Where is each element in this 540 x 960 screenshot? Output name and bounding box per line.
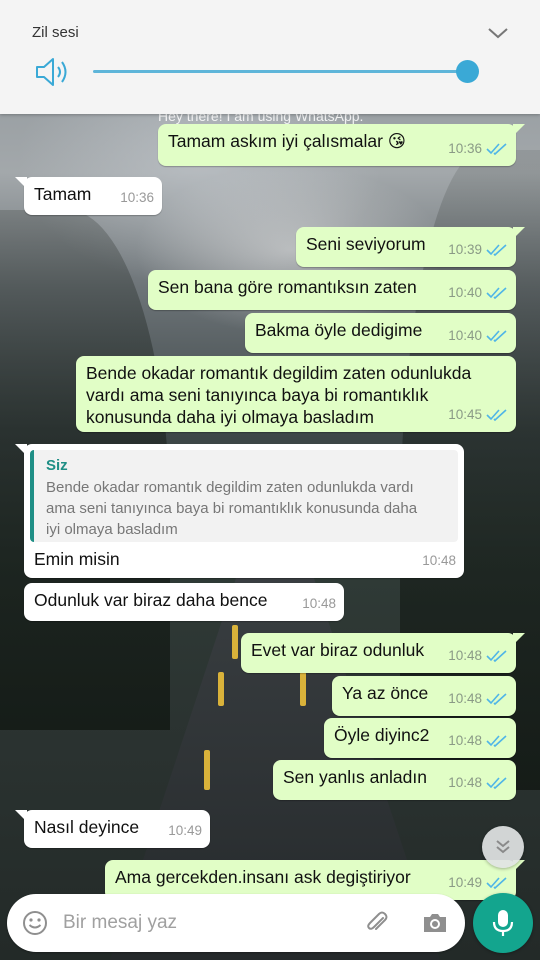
quote-text-line: iyi olmaya basladım [46, 521, 178, 538]
message-meta: 10:45 [448, 404, 508, 426]
message-text: Bakma öyle dedigime [255, 320, 423, 340]
volume-title: Zil sesi [32, 24, 79, 41]
message-text: Odunluk var biraz daha bence [34, 590, 268, 610]
message-text: Evet var biraz odunluk [251, 640, 425, 660]
message-incoming-reply[interactable]: Siz Bende okadar romantık degildim zaten… [15, 444, 464, 578]
message-outgoing[interactable]: Evet var biraz odunluk 10:48 [241, 633, 525, 673]
message-meta: 10:39 [448, 239, 508, 261]
message-outgoing[interactable]: Bende okadar romantık degildim zaten odu… [76, 356, 516, 432]
message-incoming[interactable]: Nasıl deyince 10:49 [15, 810, 210, 848]
message-text-line: konusunda daha iyi olmaya basladım [86, 407, 374, 427]
message-text: Sen yanlıs anladın [283, 767, 427, 787]
message-text: Sen bana göre romantıksın zaten [158, 277, 417, 297]
message-meta: 10:49 [448, 872, 508, 894]
message-incoming[interactable]: Odunluk var biraz daha bence 10:48 [24, 583, 344, 621]
message-meta: 10:40 [448, 282, 508, 304]
message-input[interactable] [63, 907, 343, 939]
message-text: Emin misin [34, 549, 120, 569]
read-ticks-icon [486, 777, 507, 790]
message-text: Seni seviyorum [306, 234, 426, 254]
message-time: 10:36 [448, 141, 482, 156]
read-ticks-icon [486, 287, 507, 300]
message-time: 10:49 [168, 823, 202, 838]
message-outgoing[interactable]: Sen bana göre romantıksın zaten 10:40 [148, 270, 516, 310]
mic-icon [492, 910, 514, 936]
message-time: 10:40 [448, 285, 482, 300]
message-time: 10:45 [448, 407, 482, 422]
read-ticks-icon [486, 735, 507, 748]
volume-panel: Zil sesi [0, 0, 540, 114]
message-text: Nasıl deyince [34, 817, 140, 837]
message-meta: 10:48 [448, 645, 508, 667]
message-text: Tamam askım iyi çalısmalar 😘 [168, 131, 407, 151]
camera-icon[interactable] [421, 909, 449, 937]
read-ticks-icon [486, 244, 507, 257]
quoted-message[interactable]: Siz Bende okadar romantık degildim zaten… [30, 450, 458, 542]
attach-icon[interactable] [363, 909, 391, 937]
read-ticks-icon [486, 330, 507, 343]
emoji-icon[interactable] [21, 909, 49, 937]
read-ticks-icon [486, 650, 507, 663]
message-meta: 10:48 [448, 730, 508, 752]
message-meta: 10:49 [168, 820, 202, 842]
volume-slider-thumb[interactable] [456, 60, 479, 83]
message-outgoing[interactable]: Seni seviyorum 10:39 [296, 227, 525, 267]
message-text-line: vardı ama seni tanıyınca baya bi romantı… [86, 385, 429, 405]
message-outgoing[interactable]: Tamam askım iyi çalısmalar 😘 10:36 [158, 124, 525, 166]
message-text: Tamam [34, 184, 92, 204]
message-meta: 10:48 [448, 688, 508, 710]
message-time: 10:36 [120, 190, 154, 205]
message-composer [7, 894, 465, 952]
message-outgoing[interactable]: Sen yanlıs anladın 10:48 [273, 760, 516, 800]
wallpaper-lane [204, 750, 210, 790]
message-time: 10:48 [448, 691, 482, 706]
message-outgoing[interactable]: Öyle diyinc2 10:48 [324, 718, 516, 758]
message-meta: 10:48 [302, 593, 336, 615]
quote-text-line: Bende okadar romantık degildim zaten odu… [46, 479, 414, 496]
message-outgoing[interactable]: Bakma öyle dedigime 10:40 [245, 313, 516, 353]
quote-text-line: ama seni tanıyınca baya bi romantıklık k… [46, 500, 418, 517]
message-time: 10:40 [448, 328, 482, 343]
voice-record-button[interactable] [473, 893, 533, 953]
message-time: 10:48 [448, 775, 482, 790]
read-ticks-icon [486, 693, 507, 706]
message-text-line: Bende okadar romantık degildim zaten odu… [86, 363, 472, 383]
read-ticks-icon [486, 409, 507, 422]
double-chevron-down-icon [496, 840, 510, 854]
message-meta: 10:40 [448, 325, 508, 347]
volume-slider-track[interactable] [93, 70, 467, 73]
message-text: Öyle diyinc2 [334, 725, 430, 745]
message-time: 10:48 [302, 596, 336, 611]
scroll-to-bottom-button[interactable] [482, 826, 524, 868]
message-time: 10:39 [448, 242, 482, 257]
wallpaper-lane [218, 672, 224, 706]
message-text: Ya az önce [342, 683, 429, 703]
quote-author: Siz [46, 457, 68, 474]
message-meta: 10:48 [422, 550, 456, 572]
message-time: 10:48 [448, 648, 482, 663]
message-outgoing[interactable]: Ya az önce 10:48 [332, 676, 516, 716]
read-ticks-icon [486, 143, 507, 156]
message-meta: 10:36 [120, 187, 154, 209]
read-ticks-icon [486, 877, 507, 890]
message-incoming[interactable]: Tamam 10:36 [15, 177, 162, 215]
message-time: 10:49 [448, 875, 482, 890]
message-meta: 10:48 [448, 772, 508, 794]
message-text: Ama gercekden.insanı ask degiştiriyor [115, 867, 411, 887]
wallpaper-lane [300, 672, 306, 706]
speaker-icon[interactable] [34, 56, 70, 88]
message-time: 10:48 [422, 553, 456, 568]
wallpaper-lane [232, 625, 238, 659]
chevron-down-icon[interactable] [486, 24, 510, 42]
message-meta: 10:36 [448, 138, 508, 160]
message-time: 10:48 [448, 733, 482, 748]
